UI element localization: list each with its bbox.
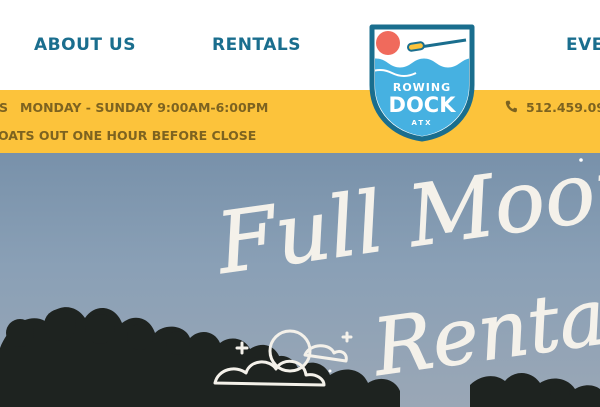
cloud-icon: [213, 359, 326, 387]
hero-banner: Full Moon Rentals: [0, 153, 600, 407]
star-icon: [341, 331, 353, 343]
logo-line3: ATX: [411, 119, 432, 127]
moon-icon: [268, 329, 312, 373]
top-navigation: ABOUT US RENTALS EVE: [0, 0, 600, 90]
boats-out-notice: OATS OUT ONE HOUR BEFORE CLOSE: [0, 128, 257, 143]
hero-title: Full Moon Rentals: [209, 153, 600, 395]
logo-line2: DOCK: [389, 93, 457, 117]
phone-icon: [505, 100, 517, 113]
rowing-dock-logo[interactable]: ROWING DOCK ATX: [364, 23, 480, 143]
star-icon: [235, 341, 249, 355]
hours-prefix: S: [0, 100, 9, 115]
nav-rentals[interactable]: RENTALS: [212, 35, 301, 55]
nav-events[interactable]: EVE: [566, 35, 600, 55]
hero-title-line2: Rentals: [366, 263, 600, 394]
business-hours: MONDAY - SUNDAY 9:00AM-6:00PM: [20, 100, 269, 115]
nav-about-us[interactable]: ABOUT US: [34, 35, 136, 55]
hero-title-line1: Full Moon: [209, 153, 600, 293]
moon-cloud-illustration: [213, 329, 353, 387]
phone-number[interactable]: 512.459.099: [526, 100, 600, 115]
sun-icon: [376, 31, 400, 55]
